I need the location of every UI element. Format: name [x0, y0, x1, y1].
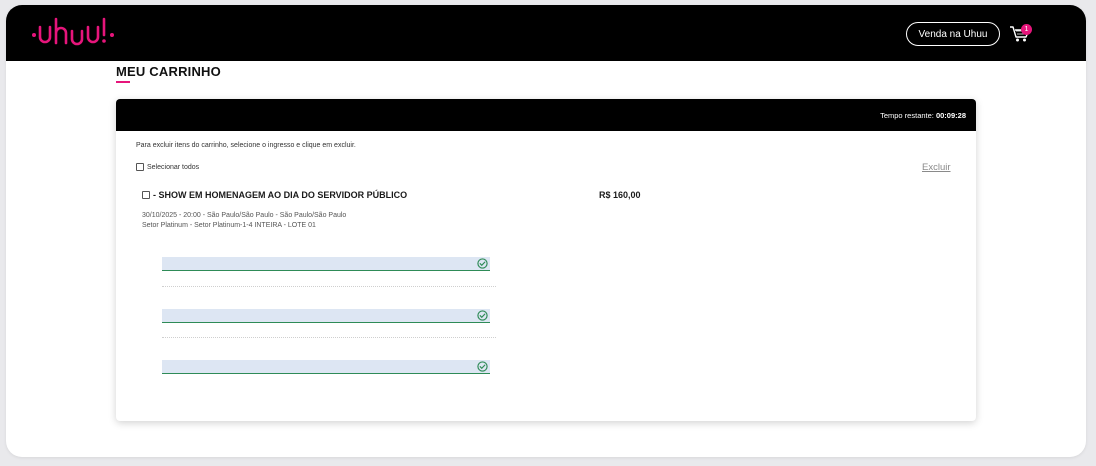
cart-card: Tempo restante: 00:09:28 Para excluir it… [116, 99, 976, 421]
item-price: R$ 160,00 [599, 190, 641, 200]
check-circle-icon [477, 361, 488, 372]
check-circle-icon [477, 310, 488, 321]
sell-on-uhuu-button[interactable]: Venda na Uhuu [906, 22, 1000, 46]
field-divider [162, 337, 496, 338]
select-all-control[interactable]: Selecionar todos [136, 163, 199, 171]
item-title-text: - SHOW EM HOMENAGEM AO DIA DO SERVIDOR P… [153, 190, 408, 200]
page-title: MEU CARRINHO [116, 64, 221, 79]
ticket-holder-field-1[interactable] [162, 257, 490, 271]
uhuu-logo[interactable] [30, 13, 120, 53]
item-sector: Setor Platinum - Setor Platinum-1-4 INTE… [142, 222, 316, 229]
cart-count-badge: 1 [1021, 24, 1032, 35]
app-window: Venda na Uhuu 1 MEU CARRINHO Tempo resta… [6, 5, 1086, 457]
title-accent-underline [116, 81, 130, 83]
timer-label: Tempo restante: [880, 111, 934, 120]
check-circle-icon [477, 258, 488, 269]
select-all-label: Selecionar todos [147, 163, 200, 171]
cart-item-title: - SHOW EM HOMENAGEM AO DIA DO SERVIDOR P… [142, 190, 407, 200]
cart-card-header: Tempo restante: 00:09:28 [116, 99, 976, 131]
logo-mark [32, 17, 114, 46]
select-all-checkbox[interactable] [136, 163, 144, 171]
delete-button[interactable]: Excluir [922, 162, 951, 173]
ticket-holder-field-2[interactable] [162, 309, 490, 323]
ticket-holder-field-3[interactable] [162, 360, 490, 374]
time-remaining: Tempo restante: 00:09:28 [880, 111, 966, 120]
timer-value: 00:09:28 [935, 111, 966, 120]
item-checkbox[interactable] [142, 191, 150, 199]
field-divider [162, 286, 496, 287]
delete-instructions: Para excluir itens do carrinho, selecion… [136, 142, 356, 149]
top-navbar: Venda na Uhuu 1 [6, 5, 1086, 61]
item-date-location: 30/10/2025 - 20:00 - São Paulo/São Paulo… [142, 212, 347, 219]
